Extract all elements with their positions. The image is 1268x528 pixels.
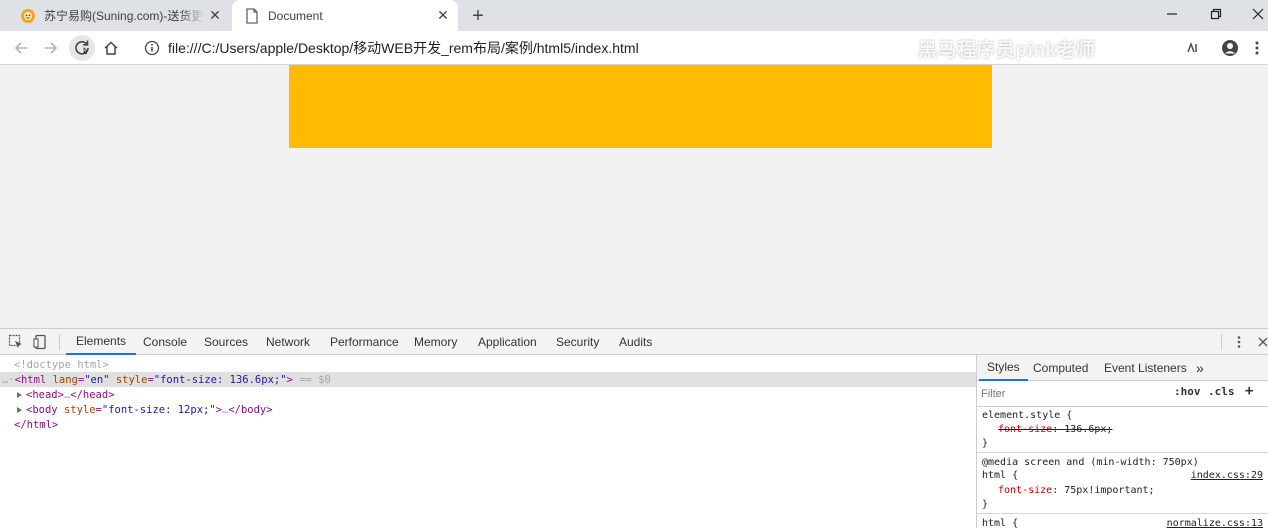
style-rule-element: element.style { font-size: 136.6px; } [977,407,1268,453]
tab-sources[interactable]: Sources [204,329,248,355]
info-icon[interactable] [144,40,160,56]
rule-declaration[interactable]: font-size: 136.6px; [998,424,1112,435]
devtools-close-icon[interactable] [1258,329,1268,355]
address-url: file:///C:/Users/apple/Desktop/移动WEB开发_r… [168,40,639,56]
tab-audits[interactable]: Audits [619,329,652,355]
close-icon[interactable] [1238,0,1268,28]
rule-selector: html { [982,518,1019,528]
divider [59,334,60,350]
reload-icon[interactable] [69,35,95,61]
cls-toggle[interactable]: .cls [1208,385,1235,398]
node-tag: </html> [14,418,59,431]
devtools-menu-icon[interactable] [1236,329,1242,355]
divider [1221,329,1222,355]
tab-strip: 苏宁易购(Suning.com)-送货更准 ✕ Document ✕ + [0,0,1268,31]
rule-selector: html { [982,470,1019,481]
styles-filter-input[interactable] [981,385,1165,403]
document-icon [244,7,260,24]
attr-name: style [115,373,148,386]
tab-console[interactable]: Console [143,329,187,355]
node-tag: <body [26,403,58,416]
node-tag: </body> [228,403,273,416]
tab-elements[interactable]: Elements [66,329,137,355]
rule-selector: element.style { [982,410,1073,421]
tab-title: 苏宁易购(Suning.com)-送货更准 [44,9,204,23]
close-icon[interactable]: ✕ [204,5,226,27]
dom-node-doctype[interactable]: <!doctype html> [0,357,976,372]
minimize-icon[interactable] [1152,0,1192,28]
tab-security[interactable]: Security [556,329,599,355]
profile-avatar-icon[interactable] [1220,31,1240,65]
style-rule-normalize: html { normalize.css:13 [977,515,1268,528]
styles-tabbar: Styles Computed Event Listeners » [977,355,1268,381]
rule-source-link[interactable]: index.css:29 [1191,470,1263,481]
tab-event-listeners[interactable]: Event Listeners [1104,355,1187,381]
tab-title: Document [268,8,323,23]
expand-triangle-icon[interactable] [17,391,22,398]
attr-name: lang [52,373,78,386]
dom-node-body[interactable]: <body style = "font-size: 12px;" >… </body> [0,402,976,417]
plus-icon[interactable]: + [466,4,490,28]
styles-pane: Styles Computed Event Listeners » :hov .… [976,355,1268,528]
attr-value: "en" [84,373,110,386]
rule-declaration[interactable]: font-size: 75px!important; [998,485,1155,496]
node-tag: > [286,373,293,386]
styles-filter-bar: :hov .cls + [977,381,1268,407]
rule-source-link[interactable]: normalize.css:13 [1167,518,1263,528]
more-tabs-icon[interactable]: » [1196,355,1204,381]
media-query: @media screen and (min-width: 750px) [982,457,1199,468]
expand-triangle-icon[interactable] [17,406,22,413]
tab-application[interactable]: Application [478,329,537,355]
extension-icon[interactable] [1184,31,1202,65]
elements-tree: <!doctype html> … · <html lang = "en" style =… [0,355,976,528]
dom-node-html[interactable]: … · <html lang = "en" style = "font-size: 136.… [0,372,976,387]
property-name: font-size [998,485,1053,496]
property-name: font-size [998,424,1053,435]
dom-node-html-close[interactable]: </html> [0,417,976,432]
property-value: 75px!important; [1064,485,1155,496]
tab-document[interactable]: Document ✕ [232,0,458,31]
attr-name: style [63,403,96,416]
restore-icon[interactable] [1196,0,1236,28]
node-tag: </head> [70,388,115,401]
tab-suning[interactable]: 苏宁易购(Suning.com)-送货更准 ✕ [10,0,230,31]
devtools-panel: Elements Console Sources Network Perform… [0,328,1268,528]
selected-marker: == $0 [299,373,331,386]
tab-performance[interactable]: Performance [330,329,399,355]
attr-value: "font-size: 12px;" [101,403,216,416]
rule-close: } [982,499,989,510]
rule-close: } [982,438,989,449]
back-arrow-icon[interactable] [8,35,34,61]
inspect-element-icon[interactable] [8,334,24,350]
forward-arrow-icon[interactable] [38,35,64,61]
new-style-rule-icon[interactable]: + [1245,383,1253,399]
property-value: 136.6px; [1064,424,1113,435]
home-icon[interactable] [98,35,124,61]
suning-lion-icon [20,8,36,24]
close-icon[interactable]: ✕ [432,5,454,27]
tab-styles[interactable]: Styles [979,355,1028,381]
tab-computed[interactable]: Computed [1033,355,1088,381]
doctype-text: <!doctype html> [14,358,109,371]
page-box [289,65,992,148]
node-tag: <html [14,373,47,386]
page-viewport [0,65,1268,328]
style-rule-media: @media screen and (min-width: 750px) htm… [977,454,1268,514]
tab-network[interactable]: Network [266,329,310,355]
device-toolbar-icon[interactable] [33,334,49,350]
tab-memory[interactable]: Memory [414,329,457,355]
devtools-tabbar: Elements Console Sources Network Perform… [0,329,1268,355]
node-tag: <head> [26,388,64,401]
dom-node-head[interactable]: <head>… </head> [0,387,976,402]
menu-kebab-icon[interactable] [1254,31,1260,65]
hov-toggle[interactable]: :hov [1174,385,1201,398]
attr-value: "font-size: 136.6px;" [153,373,287,386]
watermark: 黑马程序员pink老师 [918,40,1096,61]
